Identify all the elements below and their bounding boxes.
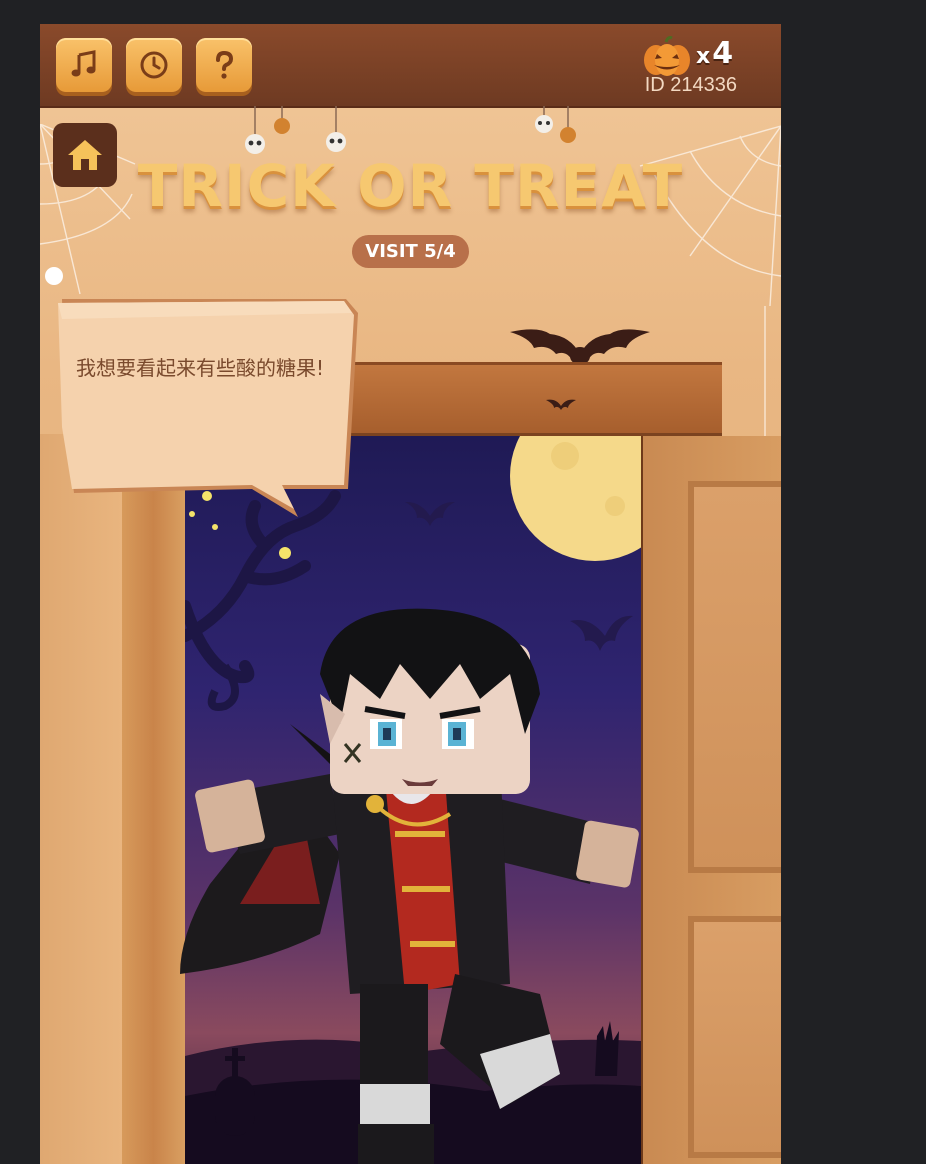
speech-bubble [58,299,358,517]
music-note-icon [71,50,96,77]
music-button[interactable] [56,38,112,92]
visit-badge: VISIT 5/4 [352,235,469,268]
speech-bubble-text: 我想要看起来有些酸的糖果! [76,356,325,380]
small-bat-icon [546,399,576,410]
page-title: TRICK OR TREAT [137,152,684,220]
user-id: ID 214336 [644,74,737,96]
left-wall [40,434,122,1164]
multiplier-symbol: x [696,44,711,69]
pumpkin-count: x4 [696,36,733,71]
question-mark-icon [216,50,234,79]
clock-icon [140,51,168,79]
door-post-left [122,434,188,1164]
door-panel-upper [688,481,781,873]
history-button[interactable] [126,38,182,92]
vampire-character [180,608,639,1164]
help-button[interactable] [196,38,252,92]
pumpkin-count-value: 4 [712,36,734,71]
door-panel-lower [688,916,781,1158]
game-screen: x4 ID 214336 TRICK OR TREAT VISIT 5/4 我想… [40,24,781,1164]
open-door [641,436,781,1164]
top-bar: x4 ID 214336 [40,24,781,108]
jack-o-lantern-icon [642,36,692,78]
